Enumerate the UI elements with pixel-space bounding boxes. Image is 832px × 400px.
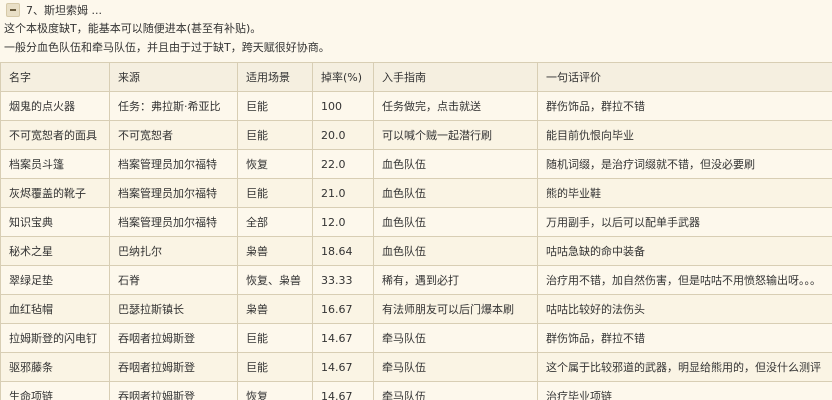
cell-review: 治疗毕业项链 — [537, 381, 832, 400]
cell-source: 不可宽恕者 — [109, 120, 238, 150]
table-row: 秘术之星 巴纳扎尔 枭兽 18.64 血色队伍 咕咕急缺的命中装备 — [0, 236, 832, 266]
cell-drop-rate: 100 — [312, 91, 374, 121]
table-row: 生命项链 吞咽者拉姆斯登 恢复 14.67 牵马队伍 治疗毕业项链 — [0, 381, 832, 400]
cell-source: 档案管理员加尔福特 — [109, 149, 238, 179]
header-scenario: 适用场景 — [237, 62, 313, 92]
page: 7、斯坦索姆 ... 这个本极度缺T，能基本可以随便进本(甚至有补贴)。 一般分… — [0, 0, 832, 400]
cell-name: 翠绿足垫 — [0, 265, 110, 295]
header-guide: 入手指南 — [373, 62, 538, 92]
cell-name: 驱邪藤条 — [0, 352, 110, 382]
cell-name: 灰烬覆盖的靴子 — [0, 178, 110, 208]
cell-scenario: 巨能 — [237, 120, 313, 150]
cell-scenario: 巨能 — [237, 178, 313, 208]
cell-review: 咕咕急缺的命中装备 — [537, 236, 832, 266]
cell-guide: 有法师朋友可以后门爆本刷 — [373, 294, 538, 324]
intro-line-2: 一般分血色队伍和牵马队伍，并且由于过于缺T，跨天赋很好协商。 — [4, 41, 330, 54]
cell-scenario: 巨能 — [237, 352, 313, 382]
cell-scenario: 巨能 — [237, 91, 313, 121]
cell-scenario: 恢复 — [237, 149, 313, 179]
cell-source: 档案管理员加尔福特 — [109, 207, 238, 237]
cell-drop-rate: 20.0 — [312, 120, 374, 150]
cell-name: 知识宝典 — [0, 207, 110, 237]
cell-guide: 任务做完，点击就送 — [373, 91, 538, 121]
header-drop-rate: 掉率(%) — [312, 62, 374, 92]
table-row: 档案员斗篷 档案管理员加尔福特 恢复 22.0 血色队伍 随机词缀，是治疗词缀就… — [0, 149, 832, 179]
table-row: 驱邪藤条 吞咽者拉姆斯登 巨能 14.67 牵马队伍 这个属于比较邪道的武器，明… — [0, 352, 832, 382]
intro-line-1: 这个本极度缺T，能基本可以随便进本(甚至有补贴)。 — [4, 22, 262, 35]
cell-source: 吞咽者拉姆斯登 — [109, 352, 238, 382]
cell-drop-rate: 14.67 — [312, 381, 374, 400]
cell-review: 能目前仇恨向毕业 — [537, 120, 832, 150]
cell-source: 任务：弗拉斯·希亚比 — [109, 91, 238, 121]
cell-drop-rate: 22.0 — [312, 149, 374, 179]
cell-guide: 牵马队伍 — [373, 323, 538, 353]
table-row: 知识宝典 档案管理员加尔福特 全部 12.0 血色队伍 万用副手，以后可以配单手… — [0, 207, 832, 237]
cell-source: 巴纳扎尔 — [109, 236, 238, 266]
table-header-row: 名字 来源 适用场景 掉率(%) 入手指南 一句话评价 — [0, 62, 832, 92]
cell-review: 这个属于比较邪道的武器，明显给熊用的，但没什么测评 — [537, 352, 832, 382]
cell-review: 随机词缀，是治疗词缀就不错，但没必要刷 — [537, 149, 832, 179]
cell-source: 吞咽者拉姆斯登 — [109, 323, 238, 353]
cell-name: 档案员斗篷 — [0, 149, 110, 179]
items-table: 名字 来源 适用场景 掉率(%) 入手指南 一句话评价 烟鬼的点火器 任务：弗拉… — [0, 62, 832, 400]
cell-guide: 血色队伍 — [373, 178, 538, 208]
header-name: 名字 — [0, 62, 110, 92]
cell-guide: 牵马队伍 — [373, 381, 538, 400]
cell-source: 石脊 — [109, 265, 238, 295]
cell-scenario: 枭兽 — [237, 294, 313, 324]
cell-name: 生命项链 — [0, 381, 110, 400]
table-row: 翠绿足垫 石脊 恢复、枭兽 33.33 稀有，遇到必打 治疗用不错，加自然伤害，… — [0, 265, 832, 295]
cell-source: 巴瑟拉斯镇长 — [109, 294, 238, 324]
section-title: 7、斯坦索姆 ... — [26, 4, 102, 17]
cell-review: 群伤饰品，群拉不错 — [537, 91, 832, 121]
cell-scenario: 巨能 — [237, 323, 313, 353]
cell-guide: 血色队伍 — [373, 149, 538, 179]
cell-guide: 血色队伍 — [373, 207, 538, 237]
cell-drop-rate: 18.64 — [312, 236, 374, 266]
cell-name: 拉姆斯登的闪电钉 — [0, 323, 110, 353]
cell-guide: 稀有，遇到必打 — [373, 265, 538, 295]
cell-drop-rate: 14.67 — [312, 352, 374, 382]
header-source: 来源 — [109, 62, 238, 92]
cell-review: 治疗用不错，加自然伤害，但是咕咕不用愤怒输出呀。。。 — [537, 265, 832, 295]
cell-scenario: 恢复 — [237, 381, 313, 400]
cell-review: 万用副手，以后可以配单手武器 — [537, 207, 832, 237]
cell-drop-rate: 16.67 — [312, 294, 374, 324]
cell-scenario: 全部 — [237, 207, 313, 237]
cell-name: 不可宽恕者的面具 — [0, 120, 110, 150]
section-header[interactable]: 7、斯坦索姆 ... — [0, 1, 832, 19]
cell-guide: 可以喊个贼一起潜行刷 — [373, 120, 538, 150]
table-row: 烟鬼的点火器 任务：弗拉斯·希亚比 巨能 100 任务做完，点击就送 群伤饰品，… — [0, 91, 832, 121]
cell-name: 秘术之星 — [0, 236, 110, 266]
table-row: 拉姆斯登的闪电钉 吞咽者拉姆斯登 巨能 14.67 牵马队伍 群伤饰品，群拉不错 — [0, 323, 832, 353]
cell-name: 血红毡帽 — [0, 294, 110, 324]
collapse-icon[interactable] — [6, 3, 20, 17]
cell-review: 咕咕比较好的法伤头 — [537, 294, 832, 324]
header-review: 一句话评价 — [537, 62, 832, 92]
cell-drop-rate: 12.0 — [312, 207, 374, 237]
cell-drop-rate: 21.0 — [312, 178, 374, 208]
table-row: 血红毡帽 巴瑟拉斯镇长 枭兽 16.67 有法师朋友可以后门爆本刷 咕咕比较好的… — [0, 294, 832, 324]
cell-scenario: 恢复、枭兽 — [237, 265, 313, 295]
table-row: 不可宽恕者的面具 不可宽恕者 巨能 20.0 可以喊个贼一起潜行刷 能目前仇恨向… — [0, 120, 832, 150]
cell-review: 熊的毕业鞋 — [537, 178, 832, 208]
cell-source: 吞咽者拉姆斯登 — [109, 381, 238, 400]
cell-guide: 血色队伍 — [373, 236, 538, 266]
cell-guide: 牵马队伍 — [373, 352, 538, 382]
cell-name: 烟鬼的点火器 — [0, 91, 110, 121]
cell-review: 群伤饰品，群拉不错 — [537, 323, 832, 353]
cell-source: 档案管理员加尔福特 — [109, 178, 238, 208]
cell-drop-rate: 14.67 — [312, 323, 374, 353]
table-row: 灰烬覆盖的靴子 档案管理员加尔福特 巨能 21.0 血色队伍 熊的毕业鞋 — [0, 178, 832, 208]
cell-drop-rate: 33.33 — [312, 265, 374, 295]
cell-scenario: 枭兽 — [237, 236, 313, 266]
